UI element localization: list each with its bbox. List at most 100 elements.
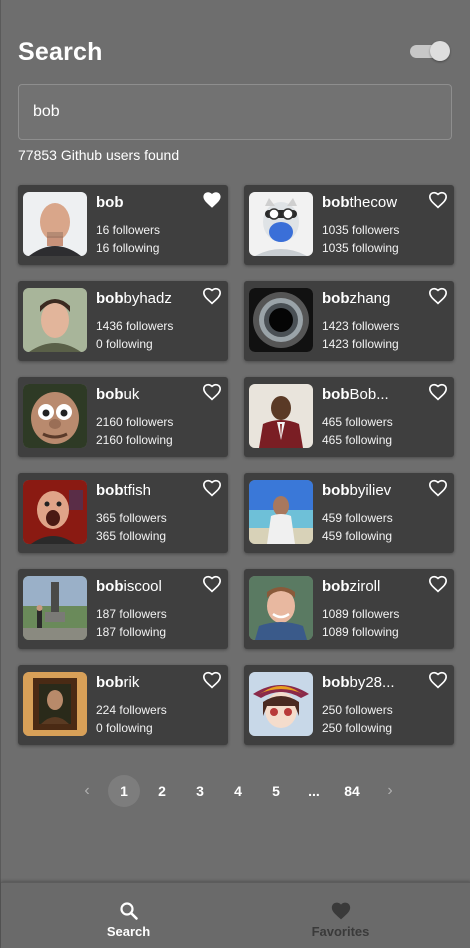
followers-count: 1089 followers — [322, 607, 400, 621]
page-button[interactable]: 84 — [336, 775, 368, 807]
bottom-navigation: Search Favorites — [1, 882, 470, 948]
login-rest: rik — [123, 674, 140, 691]
user-card[interactable]: bobuk 2160 followers 2160 following — [18, 377, 228, 457]
user-login[interactable]: bobthecow — [322, 194, 432, 211]
user-login[interactable]: bobrik — [96, 674, 206, 691]
heart-outline-icon[interactable] — [428, 575, 448, 593]
page-button[interactable]: 3 — [184, 775, 216, 807]
theme-toggle[interactable] — [410, 41, 450, 61]
following-count: 1089 following — [322, 625, 399, 639]
avatar — [23, 672, 87, 736]
user-card[interactable]: bobBob... 465 followers 465 following — [244, 377, 454, 457]
search-icon — [119, 901, 139, 921]
avatar — [23, 288, 87, 352]
followers-count: 365 followers — [96, 511, 167, 525]
login-match: bob — [322, 194, 350, 211]
user-card[interactable]: bobbyiliev 459 followers 459 following — [244, 473, 454, 553]
user-login[interactable]: bobziroll — [322, 578, 432, 595]
avatar — [23, 480, 87, 544]
following-count: 250 following — [322, 721, 393, 735]
heart-outline-icon[interactable] — [202, 479, 222, 497]
followers-count: 465 followers — [322, 415, 393, 429]
followers-count: 250 followers — [322, 703, 393, 717]
following-count: 187 following — [96, 625, 167, 639]
login-match: bob — [96, 578, 124, 595]
heart-outline-icon[interactable] — [202, 287, 222, 305]
following-count: 16 following — [96, 241, 160, 255]
user-card[interactable]: bobiscool 187 followers 187 following — [18, 569, 228, 649]
followers-count: 459 followers — [322, 511, 393, 525]
followers-count: 224 followers — [96, 703, 167, 717]
heart-outline-icon[interactable] — [202, 671, 222, 689]
login-rest: ziroll — [349, 578, 381, 595]
user-login[interactable]: bob — [96, 194, 206, 211]
page-button[interactable]: 1 — [108, 775, 140, 807]
user-login[interactable]: bobby28... — [322, 674, 432, 691]
login-rest: zhang — [349, 290, 391, 307]
login-match: bob — [322, 386, 350, 403]
user-card[interactable]: bob 16 followers 16 following — [18, 185, 228, 265]
page-button[interactable]: 4 — [222, 775, 254, 807]
following-count: 2160 following — [96, 433, 173, 447]
avatar — [249, 288, 313, 352]
login-match: bob — [96, 386, 124, 403]
following-count: 459 following — [322, 529, 393, 543]
login-rest: by28... — [349, 674, 395, 691]
heart-outline-icon[interactable] — [428, 671, 448, 689]
login-match: bob — [96, 290, 124, 307]
user-card[interactable]: bobtfish 365 followers 365 following — [18, 473, 228, 553]
user-login[interactable]: bobbyiliev — [322, 482, 432, 499]
heart-outline-icon[interactable] — [202, 383, 222, 401]
followers-count: 1436 followers — [96, 319, 174, 333]
user-login[interactable]: bobBob... — [322, 386, 432, 403]
login-match: bob — [96, 482, 124, 499]
chevron-left-icon[interactable]: ‹ — [71, 775, 103, 807]
page-button[interactable]: 5 — [260, 775, 292, 807]
user-login[interactable]: bobiscool — [96, 578, 206, 595]
login-rest: Bob... — [349, 386, 389, 403]
search-input[interactable] — [19, 85, 451, 139]
nav-search[interactable]: Search — [11, 883, 246, 948]
user-login[interactable]: bobtfish — [96, 482, 206, 499]
nav-favorites-label: Favorites — [311, 924, 370, 939]
results-count: 77853 Github users found — [18, 147, 180, 163]
followers-count: 2160 followers — [96, 415, 174, 429]
avatar — [249, 480, 313, 544]
nav-favorites[interactable]: Favorites — [223, 883, 458, 948]
heart-filled-icon[interactable] — [202, 191, 222, 209]
heart-outline-icon[interactable] — [428, 383, 448, 401]
following-count: 465 following — [322, 433, 393, 447]
login-rest: thecow — [349, 194, 398, 211]
user-card[interactable]: bobbyhadz 1436 followers 0 following — [18, 281, 228, 361]
header: Search — [18, 37, 452, 67]
avatar — [249, 576, 313, 640]
toggle-knob — [430, 41, 450, 61]
login-match: bob — [322, 578, 350, 595]
heart-outline-icon[interactable] — [428, 191, 448, 209]
following-count: 0 following — [96, 337, 153, 351]
followers-count: 16 followers — [96, 223, 161, 237]
login-rest: uk — [123, 386, 140, 403]
user-login[interactable]: bobbyhadz — [96, 290, 206, 307]
user-card[interactable]: bobthecow 1035 followers 1035 following — [244, 185, 454, 265]
heart-outline-icon[interactable] — [428, 287, 448, 305]
following-count: 365 following — [96, 529, 167, 543]
login-match: bob — [322, 482, 350, 499]
login-rest: tfish — [123, 482, 152, 499]
user-card[interactable]: bobzhang 1423 followers 1423 following — [244, 281, 454, 361]
followers-count: 1035 followers — [322, 223, 400, 237]
user-card[interactable]: bobby28... 250 followers 250 following — [244, 665, 454, 745]
heart-outline-icon[interactable] — [428, 479, 448, 497]
nav-search-label: Search — [106, 924, 151, 939]
chevron-right-icon[interactable]: › — [374, 775, 406, 807]
user-card[interactable]: bobrik 224 followers 0 following — [18, 665, 228, 745]
following-count: 1423 following — [322, 337, 399, 351]
user-login[interactable]: bobzhang — [322, 290, 432, 307]
page-button[interactable]: 2 — [146, 775, 178, 807]
search-field[interactable] — [18, 84, 452, 140]
user-card[interactable]: bobziroll 1089 followers 1089 following — [244, 569, 454, 649]
avatar — [23, 576, 87, 640]
heart-outline-icon[interactable] — [202, 575, 222, 593]
user-login[interactable]: bobuk — [96, 386, 206, 403]
avatar — [23, 384, 87, 448]
